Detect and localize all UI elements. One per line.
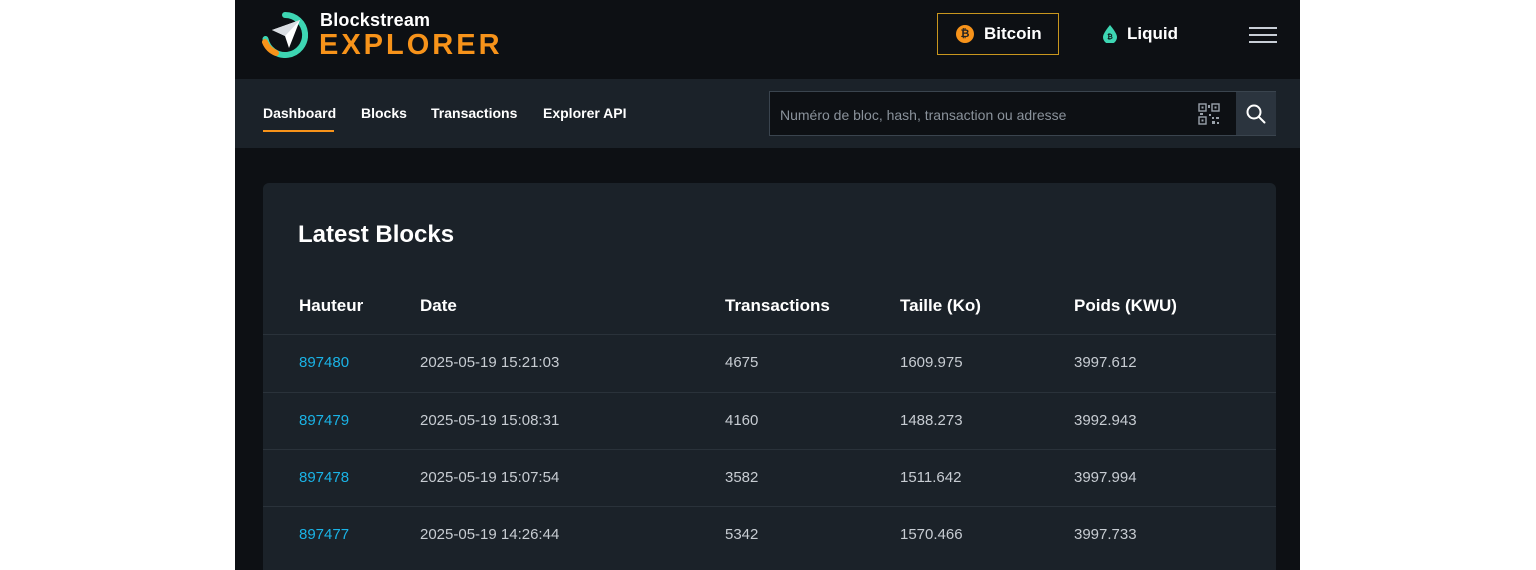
network-bitcoin-button[interactable]: ₿ Bitcoin xyxy=(937,13,1059,55)
block-tx-count: 5342 xyxy=(725,526,759,543)
block-height-link[interactable]: 897478 xyxy=(299,469,349,486)
block-height-link[interactable]: 897477 xyxy=(299,526,349,543)
column-header-height: Hauteur xyxy=(299,296,364,315)
block-size: 1609.975 xyxy=(900,354,963,371)
column-header-weight: Poids (KWU) xyxy=(1074,296,1177,315)
qr-code-icon[interactable] xyxy=(1198,103,1220,125)
nav-bar: Dashboard Blocks Transactions Explorer A… xyxy=(235,79,1300,148)
table-row[interactable]: 897479 2025-05-19 15:08:31 4160 1488.273… xyxy=(263,392,1276,450)
table-row[interactable]: 897480 2025-05-19 15:21:03 4675 1609.975… xyxy=(263,334,1276,392)
block-size: 1488.273 xyxy=(900,412,963,429)
nav-transactions[interactable]: Transactions xyxy=(431,105,517,121)
block-size: 1511.642 xyxy=(900,469,962,486)
blockstream-explorer-logo[interactable]: Blockstream EXPLORER xyxy=(262,10,522,66)
network-liquid-label: Liquid xyxy=(1127,24,1178,43)
block-height-link[interactable]: 897479 xyxy=(299,412,349,429)
top-bar: Blockstream EXPLORER ₿ Bitcoin ₿ Liquid xyxy=(235,0,1300,79)
column-header-transactions: Transactions xyxy=(725,296,830,315)
nav-blocks[interactable]: Blocks xyxy=(361,105,407,121)
block-tx-count: 3582 xyxy=(725,469,759,486)
table-row[interactable]: 897478 2025-05-19 15:07:54 3582 1511.642… xyxy=(263,449,1276,507)
blockstream-logo-icon xyxy=(262,12,308,58)
block-weight: 3997.994 xyxy=(1074,469,1137,486)
table-row[interactable]: 897477 2025-05-19 14:26:44 5342 1570.466… xyxy=(263,506,1276,564)
network-liquid-button[interactable]: ₿ Liquid xyxy=(1101,13,1211,55)
svg-text:₿: ₿ xyxy=(1107,33,1113,41)
search-bar xyxy=(769,91,1276,137)
search-input[interactable] xyxy=(770,92,1202,137)
search-button[interactable] xyxy=(1236,92,1276,135)
block-height-link[interactable]: 897480 xyxy=(299,354,349,371)
column-header-date: Date xyxy=(420,296,457,315)
nav-explorer-api[interactable]: Explorer API xyxy=(543,105,627,121)
block-tx-count: 4675 xyxy=(725,354,759,371)
column-header-size: Taille (Ko) xyxy=(900,296,981,315)
latest-blocks-card: Latest Blocks Hauteur Date Transactions … xyxy=(263,183,1276,570)
logo-blockstream-text: Blockstream xyxy=(320,10,431,30)
block-weight: 3992.943 xyxy=(1074,412,1137,429)
block-date: 2025-05-19 15:08:31 xyxy=(420,412,560,429)
block-weight: 3997.733 xyxy=(1074,526,1137,543)
liquid-drop-icon: ₿ xyxy=(1103,25,1117,43)
bitcoin-icon: ₿ xyxy=(956,25,974,43)
nav-active-underline xyxy=(263,130,334,132)
block-weight: 3997.612 xyxy=(1074,354,1137,371)
block-date: 2025-05-19 15:07:54 xyxy=(420,469,560,486)
explorer-page: Blockstream EXPLORER ₿ Bitcoin ₿ Liquid … xyxy=(235,0,1300,570)
block-size: 1570.466 xyxy=(900,526,963,543)
block-tx-count: 4160 xyxy=(725,412,759,429)
latest-blocks-title: Latest Blocks xyxy=(298,221,455,248)
block-date: 2025-05-19 15:21:03 xyxy=(420,354,560,371)
block-date: 2025-05-19 14:26:44 xyxy=(420,526,560,543)
hamburger-menu-icon[interactable] xyxy=(1249,27,1277,45)
network-bitcoin-label: Bitcoin xyxy=(984,24,1042,43)
search-icon xyxy=(1246,104,1266,123)
logo-explorer-text: EXPLORER xyxy=(319,29,503,61)
nav-dashboard[interactable]: Dashboard xyxy=(263,105,336,121)
